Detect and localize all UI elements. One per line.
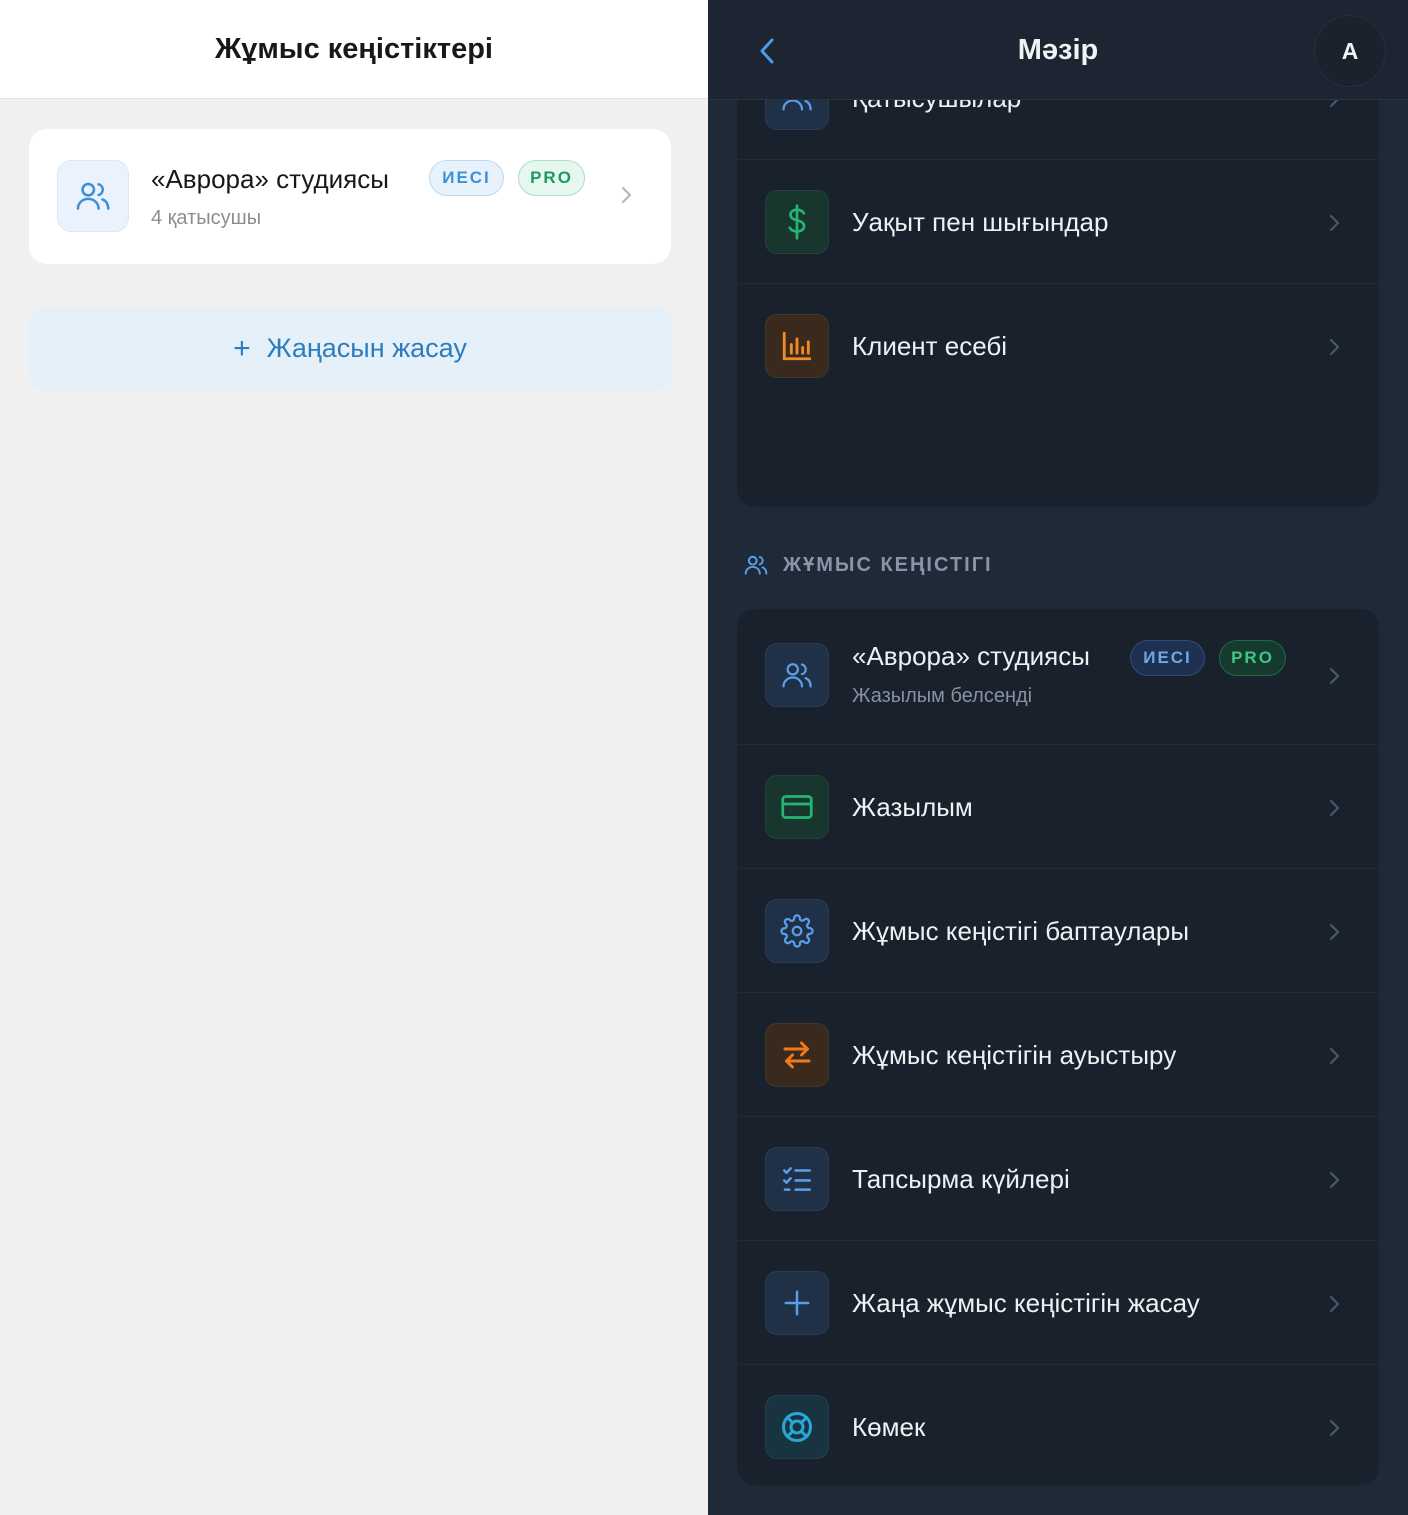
menu-item-label: Жұмыс кеңістігі баптаулары — [852, 915, 1190, 946]
owner-badge: ИЕСІ — [429, 160, 504, 196]
menu-item-subscription[interactable]: Жазылым — [737, 745, 1379, 869]
menu-item-new-workspace[interactable]: Жаңа жұмыс кеңістігін жасау — [737, 1241, 1379, 1365]
menu-item-label: Уақыт пен шығындар — [852, 206, 1109, 237]
chevron-right-icon — [1327, 210, 1343, 241]
menu-item-label: Жаңа жұмыс кеңістігін жасау — [852, 1287, 1200, 1318]
subscription-status: Жазылым белсенді — [852, 685, 1033, 707]
users-icon — [57, 160, 129, 232]
chevron-right-icon — [1327, 334, 1343, 365]
gear-icon — [765, 899, 829, 963]
menu-title: Мәзір — [1017, 33, 1099, 66]
chevron-right-icon — [1327, 919, 1343, 950]
create-workspace-button[interactable]: + Жаңасын жасау — [29, 307, 671, 390]
workspace-card[interactable]: «Аврора» студиясы ИЕСІ PRO 4 қатысушы — [29, 129, 671, 264]
workspaces-panel: Жұмыс кеңістіктері «Аврора» студиясы ИЕС… — [0, 0, 708, 1515]
menu-item-task-statuses[interactable]: Тапсырма күйлері — [737, 1117, 1379, 1241]
chevron-right-icon — [1327, 1291, 1343, 1322]
workspace-name: «Аврора» студиясы — [151, 164, 389, 194]
menu-item-switch-workspace[interactable]: Жұмыс кеңістігін ауыстыру — [737, 993, 1379, 1117]
menu-item-label: Жазылым — [852, 791, 973, 822]
menu-item-label: Клиент есебі — [852, 330, 1008, 361]
chevron-right-icon — [1327, 1167, 1343, 1198]
users-icon — [744, 555, 768, 575]
credit-card-icon — [765, 775, 829, 839]
plus-icon: + — [233, 331, 251, 365]
menu-item-time-expenses[interactable]: Уақыт пен шығындар — [737, 160, 1379, 284]
lifebuoy-icon — [765, 1395, 829, 1459]
pro-badge: PRO — [1219, 640, 1286, 676]
checklist-icon — [765, 1147, 829, 1211]
bar-chart-icon — [765, 314, 829, 378]
chevron-right-icon — [619, 182, 635, 213]
avatar[interactable]: A — [1315, 16, 1385, 86]
menu-panel: Мәзір A Қатысушылар — [708, 0, 1408, 1515]
workspace-name: «Аврора» студиясы — [852, 641, 1090, 671]
menu-item-help[interactable]: Көмек — [737, 1365, 1379, 1485]
menu-card-workspace: «Аврора» студиясы ИЕСІ PRO Жазылым белсе… — [737, 609, 1379, 1485]
switch-arrows-icon — [765, 1023, 829, 1087]
chevron-right-icon — [1327, 663, 1343, 694]
menu-item-label: Тапсырма күйлері — [852, 1163, 1070, 1194]
section-title: ЖҰМЫС КЕҢІСТІГІ — [783, 553, 993, 576]
owner-badge: ИЕСІ — [1130, 640, 1205, 676]
workspaces-header: Жұмыс кеңістіктері — [0, 0, 708, 99]
page-title: Жұмыс кеңістіктері — [215, 32, 493, 65]
chevron-right-icon — [1327, 795, 1343, 826]
pro-badge: PRO — [518, 160, 585, 196]
chevron-right-icon — [1327, 1043, 1343, 1074]
create-workspace-label: Жаңасын жасау — [266, 333, 467, 363]
menu-item-workspace-settings[interactable]: Жұмыс кеңістігі баптаулары — [737, 869, 1379, 993]
menu-header: Мәзір A — [708, 0, 1408, 100]
users-icon — [765, 643, 829, 707]
plus-icon — [765, 1271, 829, 1335]
menu-item-client-report[interactable]: Клиент есебі — [737, 284, 1379, 408]
member-count: 4 қатысушы — [151, 207, 262, 229]
menu-item-label: Жұмыс кеңістігін ауыстыру — [852, 1039, 1177, 1070]
section-header-workspace: ЖҰМЫС КЕҢІСТІГІ — [743, 549, 993, 581]
dollar-icon — [765, 190, 829, 254]
back-button[interactable] — [754, 34, 784, 68]
workspace-row[interactable]: «Аврора» студиясы ИЕСІ PRO Жазылым белсе… — [737, 609, 1379, 745]
menu-item-label: Көмек — [852, 1411, 926, 1442]
chevron-right-icon — [1327, 1415, 1343, 1446]
